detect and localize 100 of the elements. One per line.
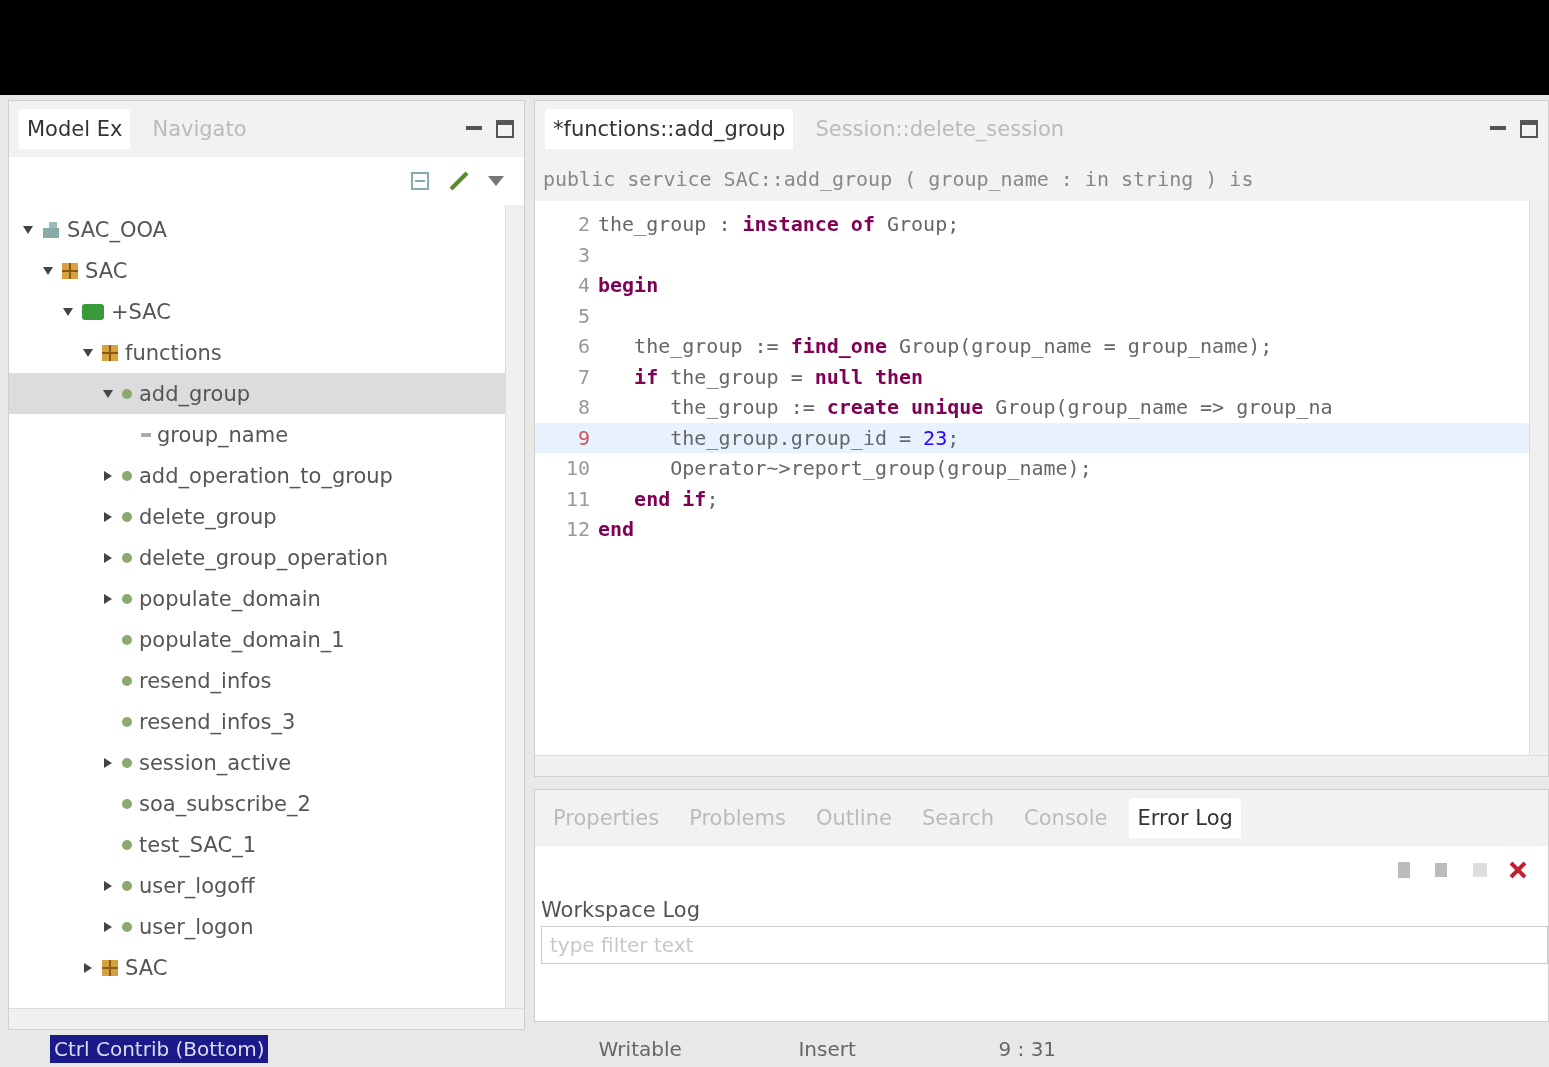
collapsed-arrow-icon[interactable]: [83, 962, 93, 973]
tree-item[interactable]: populate_domain: [9, 578, 505, 619]
tree-item-label: SAC: [85, 258, 128, 283]
status-position: 9 : 31: [998, 1036, 1058, 1061]
function-icon: [121, 715, 133, 728]
collapsed-arrow-icon[interactable]: [103, 552, 113, 563]
tree-item-label: user_logon: [139, 914, 254, 939]
collapsed-arrow-icon[interactable]: [103, 757, 113, 768]
expanded-arrow-icon[interactable]: [103, 388, 113, 399]
status-insert: Insert: [798, 1036, 857, 1061]
tree-item[interactable]: group_name: [9, 414, 505, 455]
function-icon: [121, 797, 133, 810]
tree-item-label: +SAC: [111, 299, 171, 324]
tree-item-label: add_operation_to_group: [139, 463, 393, 488]
package-icon: [61, 261, 79, 280]
dropdown-icon[interactable]: [488, 176, 504, 186]
code-line: 12 end: [564, 516, 636, 544]
vertical-scrollbar[interactable]: [505, 205, 524, 1008]
tree-item[interactable]: SAC_OOA: [9, 209, 505, 250]
log-title: Workspace Log: [540, 897, 701, 924]
component-icon: [81, 302, 105, 321]
expanded-arrow-icon[interactable]: [43, 265, 53, 276]
status-contribution: Ctrl Contrib (Bottom): [50, 1034, 269, 1063]
tree-item-label: delete_group: [139, 504, 277, 529]
vertical-scrollbar[interactable]: [1529, 201, 1548, 755]
tree-item[interactable]: delete_group_operation: [9, 537, 505, 578]
tree-item[interactable]: soa_subscribe_2: [9, 783, 505, 824]
function-icon: [121, 469, 133, 482]
view-tab[interactable]: Model Ex: [19, 109, 131, 149]
code-line: 10 Operator~>report_group(group_name);: [564, 455, 1093, 483]
package-icon: [101, 343, 119, 362]
tree-item[interactable]: functions: [9, 332, 505, 373]
function-icon: [121, 674, 133, 687]
function-icon: [121, 592, 133, 605]
expanded-arrow-icon[interactable]: [63, 306, 73, 317]
service-signature: public service SAC::add_group ( group_name : in string ) is: [535, 157, 1548, 201]
tree-item-label: session_active: [139, 750, 292, 775]
tree-item[interactable]: session_active: [9, 742, 505, 783]
function-icon: [121, 633, 133, 646]
expanded-arrow-icon[interactable]: [23, 224, 33, 235]
code-line: 4 begin: [576, 272, 660, 300]
minimize-icon[interactable]: [466, 126, 482, 132]
parameter-icon: [141, 431, 151, 438]
package-icon: [101, 958, 119, 977]
tree-item-label: SAC: [125, 955, 168, 980]
collapsed-arrow-icon[interactable]: [103, 470, 113, 481]
tree-item-label: test_SAC_1: [139, 832, 257, 857]
tree-item-label: group_name: [157, 422, 289, 447]
horizontal-scrollbar[interactable]: [535, 755, 1548, 776]
code-line: 2 the_group : instance of Group;: [576, 211, 961, 239]
delete-icon[interactable]: [1508, 860, 1528, 880]
tree-item-label: resend_infos: [139, 668, 272, 693]
code-line: 11 end if;: [564, 485, 720, 513]
link-icon[interactable]: [448, 170, 470, 192]
status-mode: Writable: [598, 1036, 683, 1061]
tree-item[interactable]: SAC: [9, 947, 505, 988]
tree-item[interactable]: resend_infos: [9, 660, 505, 701]
tree-item[interactable]: delete_group: [9, 496, 505, 537]
code-line: 5: [576, 302, 591, 330]
tree-item[interactable]: resend_infos_3: [9, 701, 505, 742]
tree-item-label: SAC_OOA: [67, 217, 167, 242]
tree-item-label: populate_domain_1: [139, 627, 345, 652]
code-line: 6 the_group := find_one Group(group_name = group_name);: [576, 333, 1274, 361]
code-line: 8 the_group := create unique Group(group_name => group_na: [576, 394, 1334, 422]
tree-item[interactable]: user_logoff: [9, 865, 505, 906]
tree-item[interactable]: populate_domain_1: [9, 619, 505, 660]
tree-item[interactable]: user_logon: [9, 906, 505, 947]
code-line: 3: [576, 241, 591, 269]
function-icon: [121, 879, 133, 892]
tree-item[interactable]: add_group: [9, 373, 505, 414]
tree-item-label: resend_infos_3: [139, 709, 296, 734]
project-icon: [41, 219, 61, 240]
tree-item[interactable]: add_operation_to_group: [9, 455, 505, 496]
function-icon: [121, 756, 133, 769]
function-icon: [121, 510, 133, 523]
tree-item[interactable]: +SAC: [9, 291, 505, 332]
maximize-icon[interactable]: [496, 120, 514, 138]
function-icon: [121, 387, 133, 400]
collapsed-arrow-icon[interactable]: [103, 511, 113, 522]
tree-item-label: user_logoff: [139, 873, 255, 898]
tree-item-label: add_group: [139, 381, 251, 406]
view-tab[interactable]: Error Log: [1129, 798, 1241, 838]
tree-item[interactable]: test_SAC_1: [9, 824, 505, 865]
editor-tab[interactable]: *functions::add_group: [545, 109, 794, 149]
expanded-arrow-icon[interactable]: [83, 347, 93, 358]
tree-item-label: populate_domain: [139, 586, 321, 611]
collapsed-arrow-icon[interactable]: [103, 921, 113, 932]
collapsed-arrow-icon[interactable]: [103, 593, 113, 604]
minimize-icon[interactable]: [1490, 126, 1506, 132]
tree-item[interactable]: SAC: [9, 250, 505, 291]
horizontal-scrollbar[interactable]: [9, 1008, 524, 1029]
tree-item-label: soa_subscribe_2: [139, 791, 311, 816]
function-icon: [121, 551, 133, 564]
code-line: 7 if the_group = null then: [576, 363, 925, 391]
tree-item-label: delete_group_operation: [139, 545, 388, 570]
maximize-icon[interactable]: [1520, 120, 1538, 138]
function-icon: [121, 920, 133, 933]
collapsed-arrow-icon[interactable]: [103, 880, 113, 891]
tree-item-label: functions: [125, 340, 222, 365]
function-icon: [121, 838, 133, 851]
